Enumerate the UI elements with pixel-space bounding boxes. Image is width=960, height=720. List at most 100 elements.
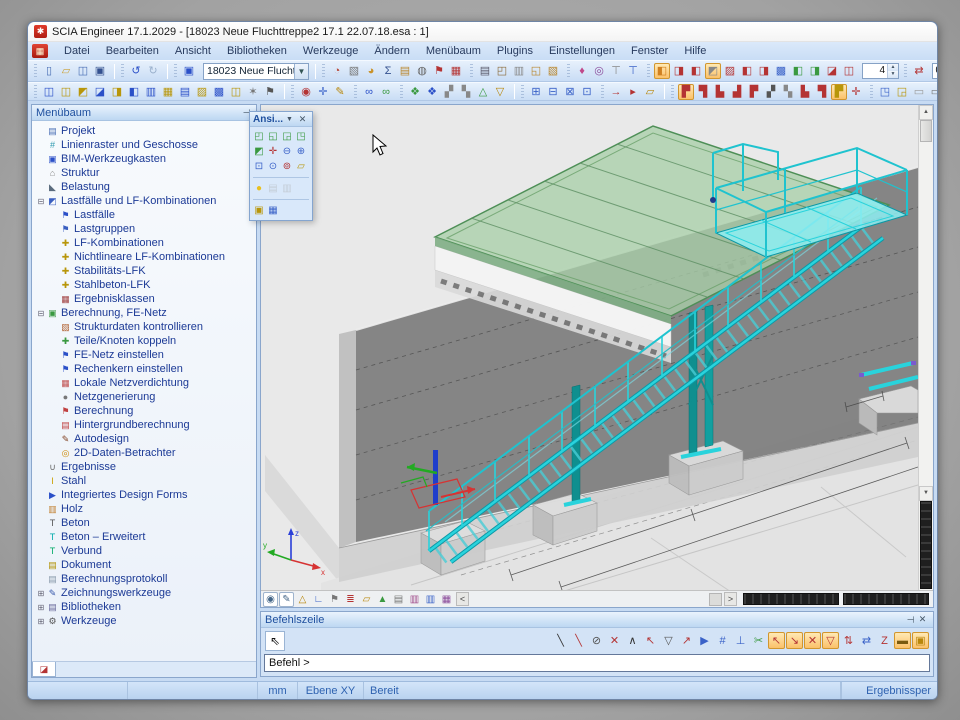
tree-item[interactable]: ▦ Ergebnisklassen [34,292,256,306]
snap-swap-icon[interactable]: ⇄ [858,632,875,649]
scroll-up-icon[interactable]: ▲ [919,105,933,120]
tree-item[interactable]: ⊟ ◩ Lastfälle und LF-Kombinationen [34,194,256,208]
fe-3-icon[interactable]: ▙ [712,84,728,100]
couple-8-icon[interactable]: ▦ [160,84,176,100]
edit-pencil-icon[interactable]: ✎ [279,592,294,607]
dark-scroll-column[interactable] [920,501,932,589]
result-1-icon[interactable]: ◳ [877,84,893,100]
fe-10-icon[interactable]: ▛ [831,84,847,100]
eye-icon[interactable]: ◉ [263,592,278,607]
save-icon[interactable]: ▣ [92,63,108,79]
local-axes-icon[interactable]: ∟ [311,592,326,607]
tree-item[interactable]: T Beton [34,516,256,530]
view-flag-1-icon[interactable]: ◧ [654,63,670,79]
folder-icon[interactable]: ▱ [359,592,374,607]
view-flag-12-icon[interactable]: ◫ [841,63,857,79]
pin-blue-icon[interactable]: ⊤ [625,63,641,79]
menu-item[interactable]: Fenster [623,45,676,57]
title-bar[interactable]: ✱ SCIA Engineer 17.1.2029 - [18023 Neue … [28,22,937,42]
snap-flip-icon[interactable]: ⇅ [840,632,857,649]
pen-icon[interactable]: ✎ [332,84,348,100]
view-flag-7-icon[interactable]: ◨ [756,63,772,79]
tree-item[interactable]: ✚ LF-Kombinationen [34,236,256,250]
clip-box-icon[interactable]: ▣ [252,203,266,218]
command-header[interactable]: Befehlszeile ⊤ ✕ [261,612,933,628]
render-mode-icon[interactable]: ▦ [266,203,280,218]
fe-9-icon[interactable]: ▜ [814,84,830,100]
model-wall-endcap[interactable] [339,330,356,548]
project-selector[interactable]: 18023 Neue Flucht ▼ [203,63,309,80]
tree-item[interactable]: ⊞ ▤ Bibliotheken [34,600,256,614]
snap-line-mid-icon[interactable]: ╲ [570,632,587,649]
scale-swap-icon[interactable]: ⇄ [911,63,927,79]
group-green-icon[interactable]: ❖ [407,84,423,100]
vertical-scrollbar[interactable]: ▲ ▼ [918,105,933,590]
snap-nw-icon[interactable]: ↖ [768,632,785,649]
paper-icon[interactable]: ▧ [545,63,561,79]
rocket-icon[interactable]: ▸ [625,84,641,100]
tree-item[interactable]: ⚑ Berechnung [34,404,256,418]
couple-12-icon[interactable]: ◫ [228,84,244,100]
tree-expander[interactable]: ⊞ [36,617,46,626]
dark-scrollbar-1[interactable] [743,593,839,605]
zoom-window-icon[interactable]: ⊡ [252,159,266,174]
gallery-icon[interactable]: ◱ [528,63,544,79]
status-unit[interactable]: mm [258,682,298,699]
menu-item[interactable]: Bearbeiten [98,45,167,57]
menu-item[interactable]: Hilfe [676,45,714,57]
tree-item[interactable]: T Verbund [34,544,256,558]
menu-item[interactable]: Ändern [366,45,417,57]
hatch-1-icon[interactable]: ▞ [441,84,457,100]
tree-item[interactable]: ▤ Hintergrundberechnung [34,418,256,432]
zoom-out-icon[interactable]: ⊖ [280,144,294,159]
couple-10-icon[interactable]: ▨ [194,84,210,100]
tree-item[interactable]: ⚑ FE-Netz einstellen [34,348,256,362]
tree-item[interactable]: ▤ Projekt [34,124,256,138]
view-yz-icon[interactable]: ◳ [294,129,308,144]
view-flag-2-icon[interactable]: ◨ [671,63,687,79]
store-view-icon[interactable]: ▱ [294,159,308,174]
sum-icon[interactable]: Σ [380,63,396,79]
flag-icon[interactable]: ⚑ [327,592,342,607]
snap-cross-icon[interactable]: ✕ [804,632,821,649]
view-axo-icon[interactable]: ◰ [252,129,266,144]
measure-icon[interactable]: ✛ [315,84,331,100]
tree-item[interactable]: ▤ Dokument [34,558,256,572]
calc-grid-icon[interactable]: ▦ [448,63,464,79]
zoom-in-icon[interactable]: ⊕ [294,144,308,159]
move-icon[interactable]: → [608,84,624,100]
zoom-all-icon[interactable]: ⊙ [266,159,280,174]
window-icon[interactable]: ▣ [181,63,197,79]
snap-circle-icon[interactable]: ⊘ [588,632,605,649]
couple-1-icon[interactable]: ◫ [41,84,57,100]
snap-slab-icon[interactable]: ▬ [894,632,911,649]
scroll-down-icon[interactable]: ▼ [919,486,933,501]
tree-item[interactable]: ⊟ ▣ Berechnung, FE-Netz [34,306,256,320]
preview-icon[interactable]: ◰ [494,63,510,79]
close-icon[interactable]: ✕ [916,613,929,626]
new-icon[interactable]: ▯ [41,63,57,79]
tree-item[interactable]: ▥ Holz [34,502,256,516]
couple-2-icon[interactable]: ◫ [58,84,74,100]
view-flag-6-icon[interactable]: ◧ [739,63,755,79]
fe-2-icon[interactable]: ▜ [695,84,711,100]
snap-tri-on-icon[interactable]: ▽ [822,632,839,649]
tree-item[interactable]: ✚ Teile/Knoten koppeln [34,334,256,348]
snap-edit-icon[interactable]: ↗ [678,632,695,649]
menu-item[interactable]: Ansicht [167,45,219,57]
dark-scrollbar-2[interactable] [843,593,929,605]
photo-2-icon[interactable]: ▥ [423,592,438,607]
tree-item[interactable]: ∪ Ergebnisse [34,460,256,474]
snap-triangle-icon[interactable]: ▽ [660,632,677,649]
triangle-icon[interactable]: △ [295,592,310,607]
link-blue-icon[interactable]: ∞ [361,84,377,100]
hatch-2-icon[interactable]: ▚ [458,84,474,100]
view-flag-11-icon[interactable]: ◪ [824,63,840,79]
copy-2-icon[interactable]: ⊟ [545,84,561,100]
tree-item[interactable]: T Beton – Erweitert [34,530,256,544]
cursor-select-icon[interactable]: ▶ [696,632,713,649]
tree-item[interactable]: ⚑ Rechenkern einstellen [34,362,256,376]
result-3-icon[interactable]: ▭ [911,84,927,100]
tree-item[interactable]: ▤ Berechnungsprotokoll [34,572,256,586]
scroll-left-icon[interactable]: < [456,592,469,606]
